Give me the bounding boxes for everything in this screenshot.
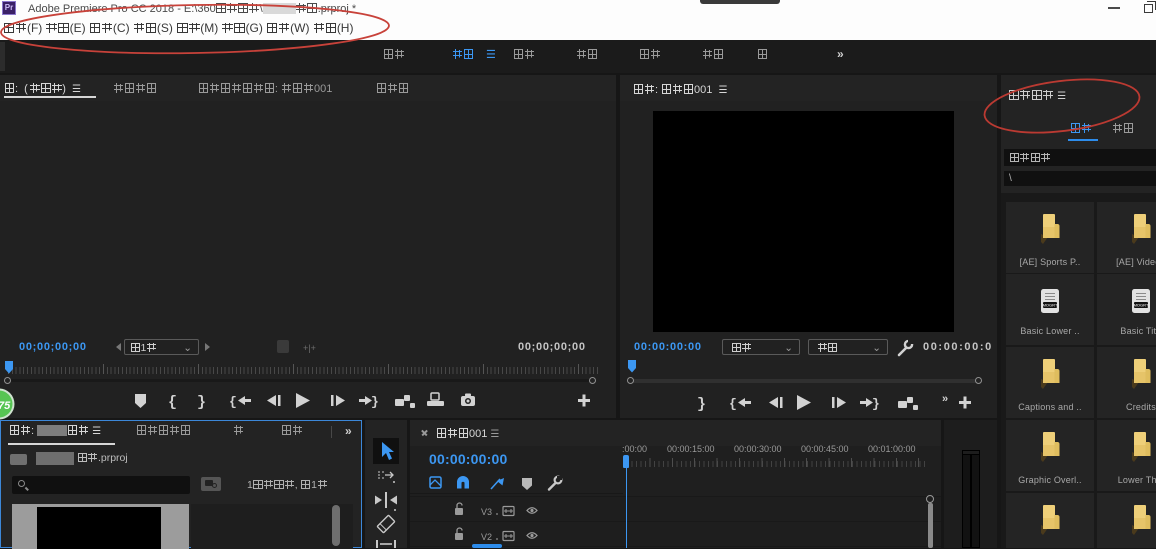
svg-text:75: 75	[0, 400, 11, 412]
